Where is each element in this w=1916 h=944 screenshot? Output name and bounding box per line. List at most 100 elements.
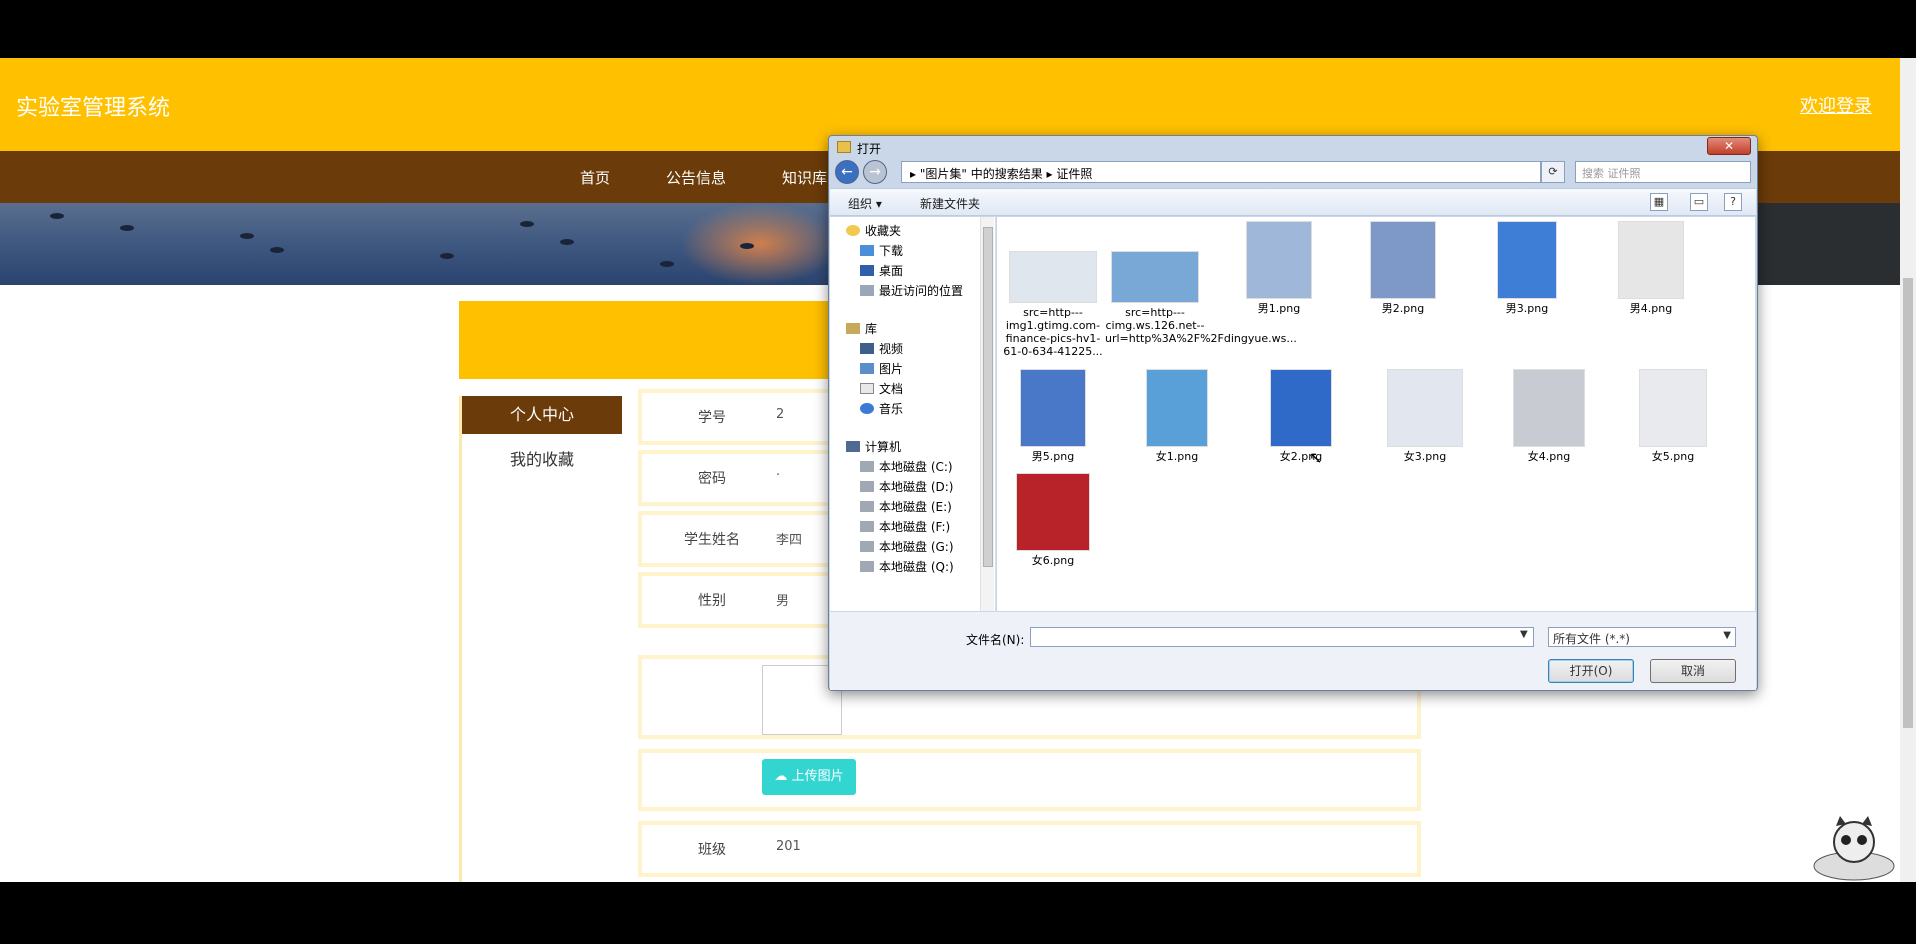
banner-bird xyxy=(270,247,284,253)
tree-item-disk-d[interactable]: 本地磁盘 (D:) xyxy=(860,478,953,495)
nav-knowledge-base[interactable]: 知识库 xyxy=(782,167,827,188)
music-icon xyxy=(860,403,874,414)
banner-bird xyxy=(240,233,254,239)
recent-icon xyxy=(860,285,874,296)
tree-item-disk-q[interactable]: 本地磁盘 (Q:) xyxy=(860,558,954,575)
forward-arrow-icon[interactable]: → xyxy=(863,160,887,184)
organize-menu[interactable]: 组织 ▾ xyxy=(848,195,882,212)
tree-item-computer[interactable]: 计算机 xyxy=(846,438,901,455)
back-arrow-icon[interactable]: ← xyxy=(835,160,859,184)
picture-icon xyxy=(860,363,874,374)
student-name-field[interactable]: 李四 xyxy=(776,529,802,548)
banner-sunset-reflection xyxy=(680,203,840,285)
sidebar-header[interactable]: 个人中心 xyxy=(462,396,622,434)
file-item[interactable]: 男1.png xyxy=(1229,221,1329,315)
form-label: 性别 xyxy=(698,593,726,609)
welcome-link[interactable]: 欢迎登录 xyxy=(1800,92,1872,118)
address-bar[interactable]: ▸ "图片集" 中的搜索结果 ▸ 证件照 xyxy=(901,161,1541,183)
file-name: 男3.png xyxy=(1505,302,1549,315)
file-name: 女1.png xyxy=(1155,450,1199,463)
filetype-value: 所有文件 (*.*) xyxy=(1553,632,1630,646)
file-item[interactable]: 女6.png xyxy=(1003,473,1103,567)
file-thumbnail xyxy=(1009,251,1097,303)
desktop-icon xyxy=(860,265,874,276)
view-options-icon[interactable]: ▦ xyxy=(1650,193,1668,211)
file-item[interactable]: 女5.png xyxy=(1623,369,1723,463)
file-name: 男5.png xyxy=(1031,450,1075,463)
tree-item-pictures[interactable]: 图片 xyxy=(860,360,903,377)
page-scrollbar[interactable] xyxy=(1900,58,1916,882)
search-input[interactable]: 搜索 证件照 xyxy=(1575,161,1751,183)
file-thumbnail xyxy=(1020,369,1086,447)
cloud-upload-icon: ☁ xyxy=(774,769,792,784)
disk-icon xyxy=(860,461,874,472)
tree-item-favorites[interactable]: 收藏夹 xyxy=(846,222,901,239)
class-field[interactable]: 201 xyxy=(776,839,801,854)
mouse-cursor-icon: ↖ xyxy=(1309,448,1323,467)
tree-item-disk-f[interactable]: 本地磁盘 (F:) xyxy=(860,518,950,535)
file-thumbnail xyxy=(1639,369,1707,447)
tree-item-desktop[interactable]: 桌面 xyxy=(860,262,903,279)
document-icon xyxy=(860,383,874,394)
tree-item-documents[interactable]: 文档 xyxy=(860,380,903,397)
disk-icon xyxy=(860,541,874,552)
disk-icon xyxy=(860,481,874,492)
nav-announcements[interactable]: 公告信息 xyxy=(666,167,726,188)
upload-image-button[interactable]: ☁ 上传图片 xyxy=(762,759,856,795)
dialog-close-button[interactable]: ✕ xyxy=(1707,137,1751,155)
tree-item-music[interactable]: 音乐 xyxy=(860,400,903,417)
gender-field[interactable]: 男 xyxy=(776,590,789,609)
file-name: 女2.png xyxy=(1279,450,1323,463)
file-item[interactable]: 男2.png xyxy=(1353,221,1453,315)
password-field[interactable]: · xyxy=(776,468,780,483)
student-id-field[interactable]: 2 xyxy=(776,407,784,422)
tree-item-disk-g[interactable]: 本地磁盘 (G:) xyxy=(860,538,954,555)
file-thumbnail xyxy=(1016,473,1090,551)
filename-label: 文件名(N): xyxy=(966,633,1025,647)
file-item[interactable]: src=http---img1.gtimg.com-finance-pics-h… xyxy=(1003,251,1103,358)
cancel-button[interactable]: 取消 xyxy=(1650,659,1736,683)
filename-input[interactable] xyxy=(1030,627,1534,647)
preview-pane-icon[interactable]: ▭ xyxy=(1690,193,1708,211)
open-button[interactable]: 打开(O) xyxy=(1548,659,1634,683)
library-icon xyxy=(846,323,860,334)
file-item[interactable]: 女4.png xyxy=(1499,369,1599,463)
file-thumbnail xyxy=(1387,369,1463,447)
file-item[interactable]: src=http---cimg.ws.126.net--url=http%3A%… xyxy=(1105,251,1297,345)
tree-item-videos[interactable]: 视频 xyxy=(860,340,903,357)
banner-bird xyxy=(740,243,754,249)
file-item[interactable]: 女2.png xyxy=(1251,369,1351,463)
disk-icon xyxy=(860,521,874,532)
dialog-title: 打开 xyxy=(857,142,882,156)
tree-scrollbar[interactable] xyxy=(980,217,994,611)
banner-bird xyxy=(120,225,134,231)
banner-bird xyxy=(660,261,674,267)
tree-item-disk-e[interactable]: 本地磁盘 (E:) xyxy=(860,498,952,515)
tree-item-libraries[interactable]: 库 xyxy=(846,320,877,337)
chevron-down-icon[interactable]: ▼ xyxy=(1520,629,1528,640)
tree-item-recent[interactable]: 最近访问的位置 xyxy=(860,282,963,299)
file-name: 女5.png xyxy=(1651,450,1695,463)
tree-item-downloads[interactable]: 下载 xyxy=(860,242,903,259)
page-scrollbar-thumb[interactable] xyxy=(1903,278,1913,728)
form-label: 学生姓名 xyxy=(684,532,740,548)
file-item[interactable]: 女1.png xyxy=(1127,369,1227,463)
file-item[interactable]: 女3.png xyxy=(1375,369,1475,463)
tree-item-disk-c[interactable]: 本地磁盘 (C:) xyxy=(860,458,953,475)
help-icon[interactable]: ? xyxy=(1724,193,1742,211)
chevron-down-icon: ▼ xyxy=(1723,630,1731,641)
new-folder-button[interactable]: 新建文件夹 xyxy=(920,195,980,212)
sidebar: 个人中心 我的收藏 xyxy=(459,396,622,882)
file-item[interactable]: 男5.png xyxy=(1003,369,1103,463)
filetype-select[interactable]: 所有文件 (*.*) ▼ xyxy=(1548,627,1736,647)
nav-home[interactable]: 首页 xyxy=(580,167,610,188)
file-name: src=http---cimg.ws.126.net--url=http%3A%… xyxy=(1105,306,1297,345)
refresh-icon[interactable]: ⟳ xyxy=(1541,161,1565,183)
sidebar-item-favorites[interactable]: 我的收藏 xyxy=(462,446,622,470)
tree-scrollbar-thumb[interactable] xyxy=(983,227,993,567)
file-item[interactable]: 男3.png xyxy=(1477,221,1577,315)
file-name: 男1.png xyxy=(1257,302,1301,315)
file-item[interactable]: 男4.png xyxy=(1601,221,1701,315)
file-thumbnail xyxy=(1111,251,1199,303)
file-thumbnail xyxy=(1370,221,1436,299)
